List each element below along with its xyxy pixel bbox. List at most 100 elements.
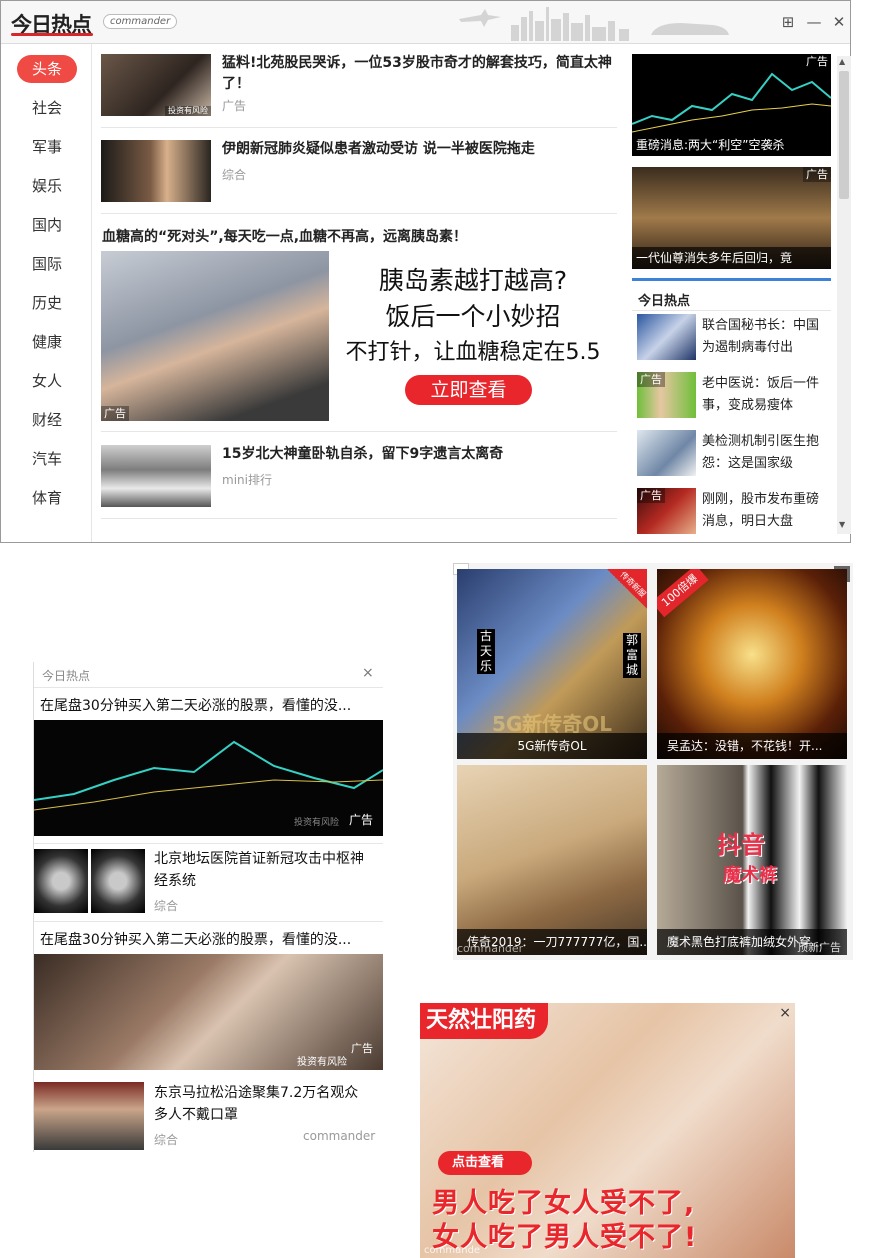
game-ad-grid: ✕ 传奇新服 古天乐 郭富城 5G新传奇OL 5G新传奇OL 100倍爆 吴孟达… (453, 563, 853, 960)
ad-caption: 一代仙尊消失多年后回归，竟 (632, 247, 831, 269)
divider (632, 310, 831, 311)
ad-tag: 广告 (637, 488, 665, 503)
widget-thumbnail[interactable] (91, 849, 145, 913)
widget-item-title[interactable]: 在尾盘30分钟买入第二天必涨的股票，看懂的没... (40, 695, 351, 715)
game-ad-tile[interactable]: 抖音 魔术裤 魔术黑色打底裤加绒女外穿... 顶新广告 (657, 765, 847, 955)
overlay-text: 抖音 (717, 831, 765, 859)
side-thumbnail[interactable]: 广告 (637, 372, 696, 418)
brand-label: commander (303, 1129, 376, 1143)
title-bar[interactable]: 今日热点 commander ⊞ — ✕ (1, 1, 850, 44)
side-panel-title: 今日热点 (638, 294, 691, 309)
widget-header: 今日热点 (42, 669, 91, 683)
tile-caption: 5G新传奇OL (457, 733, 647, 759)
check-now-button[interactable]: 点击查看 (438, 1151, 533, 1175)
nav-item-military[interactable]: 军事 (17, 133, 77, 161)
ad-tag: 广告 (348, 813, 373, 827)
divider (101, 213, 617, 214)
divider (101, 431, 617, 432)
ad-tag: 广告 (803, 167, 831, 182)
side-item-title[interactable]: 联合国秘书长：中国为遏制病毒付出 (702, 315, 820, 359)
scroll-up-icon[interactable]: ▲ (839, 57, 845, 66)
divider (101, 518, 617, 519)
widget-thumbnail[interactable] (34, 1082, 144, 1150)
widget-item-source: 综合 (154, 1133, 179, 1147)
close-button[interactable]: ✕ (830, 13, 848, 31)
nav-item-domestic[interactable]: 国内 (17, 211, 77, 239)
ad-caption: 重磅消息:两大“利空”空袭杀 (632, 134, 831, 156)
widget-item-title[interactable]: 东京马拉松沿途聚集7.2万名观众 多人不戴口罩 (154, 1082, 376, 1126)
ad-banner[interactable]: 胰岛素越打越高? 饭后一个小妙招 不打针，让血糖稳定在5.5 立即查看 (329, 251, 617, 421)
risk-tag: 投资有风险 (165, 106, 211, 116)
brand-label: 顶新广告 (797, 941, 841, 954)
side-thumbnail[interactable] (637, 314, 696, 360)
side-item-title[interactable]: 老中医说：饭后一件事，变成易瘦体 (702, 373, 820, 417)
close-icon[interactable]: × (779, 1005, 791, 1021)
ad-headline: 天然壮阳药 (420, 1003, 549, 1039)
bottom-ad[interactable]: 天然壮阳药 × 点击查看 男人吃了女人受不了, 女人吃了男人受不了! comma… (420, 1003, 795, 1258)
ad-line: 不打针，让血糖稳定在5.5 (345, 340, 601, 365)
brand-badge: commander (103, 14, 178, 29)
game-ad-tile[interactable]: 传奇2019：一刀777777亿，国... commander (457, 765, 647, 955)
nav-item-health[interactable]: 健康 (17, 328, 77, 356)
panel-accent-bar (632, 278, 831, 281)
news-thumbnail[interactable]: 投资有风险 (101, 54, 211, 116)
widget-ad-image[interactable]: 投资有风险 广告 (34, 954, 383, 1070)
ad-tag: 广告 (637, 372, 665, 387)
side-thumbnail[interactable]: 广告 (637, 488, 696, 534)
widget-item-source: 综合 (154, 899, 179, 913)
nav-item-international[interactable]: 国际 (17, 250, 77, 278)
divider (34, 687, 383, 688)
risk-tag: 投资有风险 (297, 1057, 347, 1068)
news-title[interactable]: 猛料!北苑股民哭诉，一位53岁股市奇才的解套技巧，简直太神了！ (222, 53, 617, 95)
widget-item-title[interactable]: 北京地坛医院首证新冠攻击中枢神经系统 (154, 848, 376, 892)
tile-caption: 吴孟达：没错，不花钱！开... (657, 733, 847, 759)
side-item-title[interactable]: 刚刚，股市发布重磅消息，明日大盘 (702, 489, 820, 533)
risk-tag: 投资有风险 (293, 818, 339, 828)
news-thumbnail[interactable] (101, 445, 211, 507)
game-ad-tile[interactable]: 传奇新服 古天乐 郭富城 5G新传奇OL 5G新传奇OL (457, 569, 647, 759)
close-icon[interactable]: × (362, 665, 374, 681)
ad-line: 饭后一个小妙招 (385, 302, 561, 331)
ad-line: 胰岛素越打越高? (378, 266, 568, 295)
widget-item-title[interactable]: 在尾盘30分钟买入第二天必涨的股票，看懂的没... (40, 929, 351, 949)
actor-label: 郭富城 (623, 633, 641, 678)
nav-item-auto[interactable]: 汽车 (17, 445, 77, 473)
hot-news-widget: 今日热点 × 在尾盘30分钟买入第二天必涨的股票，看懂的没... 投资有风险 广… (33, 662, 383, 1152)
nav-item-history[interactable]: 历史 (17, 289, 77, 317)
pin-icon[interactable]: ⊞ (779, 13, 797, 31)
nav-item-society[interactable]: 社会 (17, 94, 77, 122)
widget-ad-image[interactable]: 投资有风险 广告 (34, 720, 383, 836)
news-title[interactable]: 伊朗新冠肺炎疑似患者激动受访 说一半被医院拖走 (222, 139, 617, 160)
divider (101, 127, 617, 128)
nav-item-women[interactable]: 女人 (17, 367, 77, 395)
overlay-text: 魔术裤 (723, 865, 777, 886)
game-ad-tile[interactable]: 100倍爆 吴孟达：没错，不花钱！开... (657, 569, 847, 759)
category-nav: 头条 社会 军事 娱乐 国内 国际 历史 健康 女人 财经 汽车 体育 (1, 44, 92, 542)
ad-tag: 广告 (351, 1042, 373, 1055)
view-now-button[interactable]: 立即查看 (405, 375, 532, 405)
skyline-decoration (459, 7, 729, 41)
scroll-down-icon[interactable]: ▼ (839, 520, 845, 529)
news-thumbnail[interactable] (101, 140, 211, 202)
side-thumbnail[interactable] (637, 430, 696, 476)
news-title[interactable]: 15岁北大神童卧轨自杀，留下9字遗言太离奇 (222, 444, 617, 465)
nav-item-finance[interactable]: 财经 (17, 406, 77, 434)
ad-stock-chart[interactable]: 广告 重磅消息:两大“利空”空袭杀 (632, 54, 831, 156)
widget-thumbnail[interactable] (34, 849, 88, 913)
ad-tag: 广告 (803, 54, 831, 69)
nav-item-entertainment[interactable]: 娱乐 (17, 172, 77, 200)
ad-image[interactable]: 广告 (101, 251, 329, 421)
nav-item-headline[interactable]: 头条 (17, 55, 77, 83)
ad-title[interactable]: 血糖高的“死对头”,每天吃一点,血糖不再高，远离胰岛素！ (102, 227, 617, 248)
news-source: 综合 (222, 168, 247, 182)
nav-item-sports[interactable]: 体育 (17, 484, 77, 512)
side-item-title[interactable]: 美检测机制引医生抱怨：这是国家级 (702, 431, 820, 475)
minimize-button[interactable]: — (805, 13, 823, 31)
divider (34, 843, 383, 844)
scrollbar-thumb[interactable] (839, 71, 849, 199)
ad-game[interactable]: 广告 一代仙尊消失多年后回归，竟 (632, 167, 831, 269)
brand-label: commander (457, 942, 524, 955)
actor-label: 古天乐 (477, 629, 495, 674)
news-source: mini排行 (222, 473, 272, 487)
ad-tag: 广告 (101, 406, 129, 421)
